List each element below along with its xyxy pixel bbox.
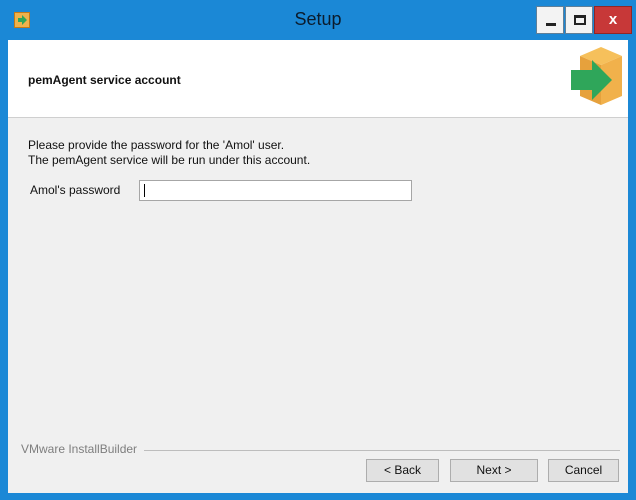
installbuilder-brand: VMware InstallBuilder — [21, 442, 138, 456]
close-icon: x — [608, 11, 618, 28]
header-banner: pemAgent service account — [8, 40, 628, 118]
text-caret — [144, 184, 145, 197]
description-line-2: The pemAgent service will be run under t… — [28, 153, 311, 167]
next-button[interactable]: Next > — [450, 459, 538, 482]
password-label: Amol's password — [30, 183, 121, 197]
minimize-button[interactable] — [536, 6, 564, 34]
dialog-client-area: pemAgent service account Please provide … — [8, 40, 628, 493]
setup-window: Setup x pemAgent service account Please … — [0, 0, 636, 500]
installer-box-icon — [571, 47, 622, 105]
back-button[interactable]: < Back — [366, 459, 439, 482]
description-line-1: Please provide the password for the 'Amo… — [28, 138, 285, 152]
page-title: pemAgent service account — [28, 73, 181, 87]
cancel-button[interactable]: Cancel — [548, 459, 619, 482]
maximize-button[interactable] — [565, 6, 593, 34]
minimize-icon — [546, 23, 556, 26]
title-bar[interactable]: Setup x — [0, 0, 636, 40]
maximize-icon — [574, 15, 586, 25]
footer-divider — [144, 450, 620, 451]
password-field[interactable] — [139, 180, 412, 201]
close-button[interactable]: x — [594, 6, 632, 34]
